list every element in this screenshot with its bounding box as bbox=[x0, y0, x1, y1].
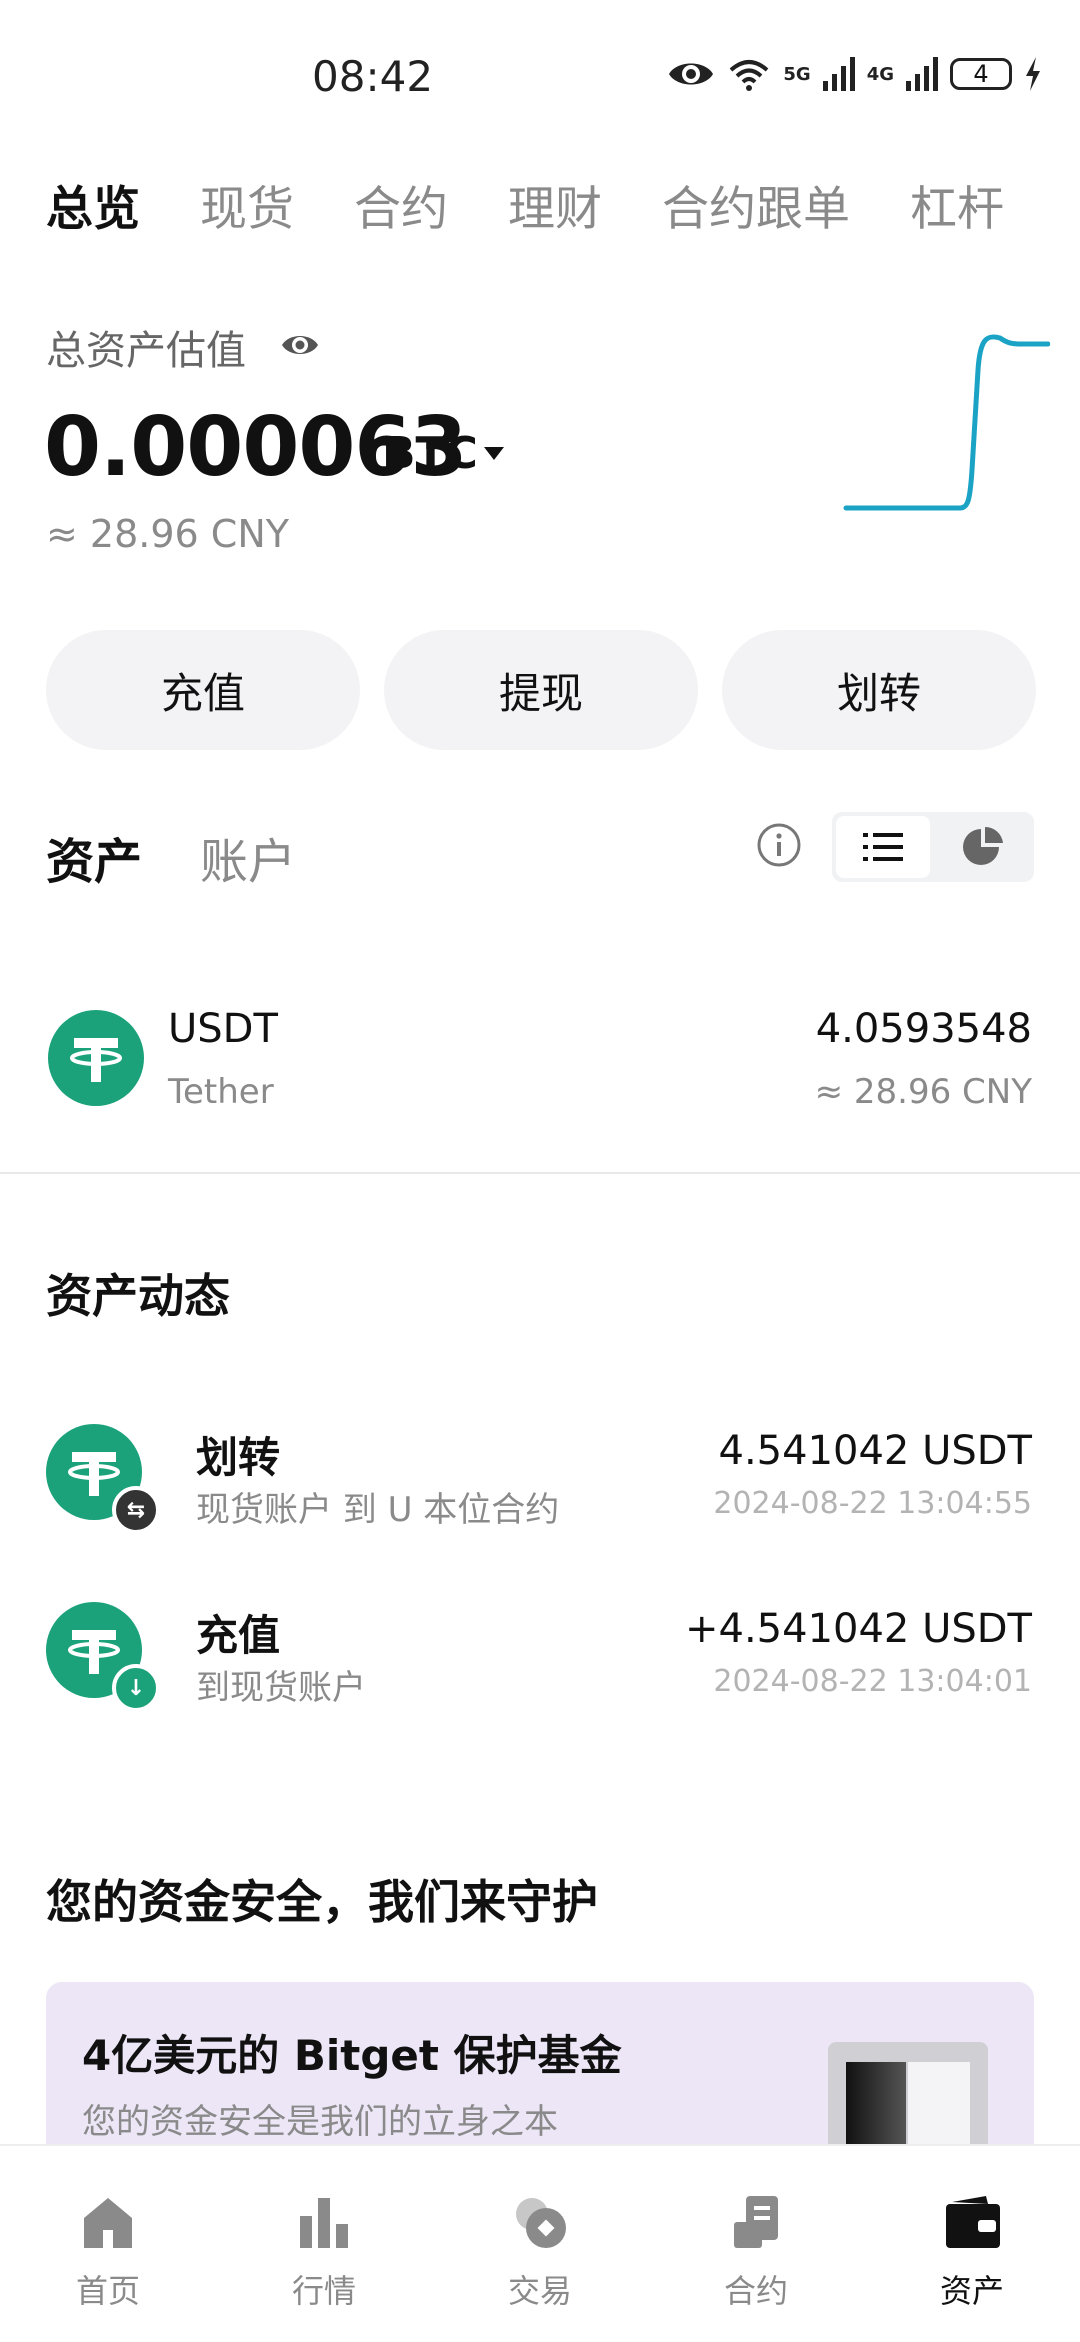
deposit-button[interactable]: 充值 bbox=[46, 630, 360, 750]
bar-chart-icon bbox=[300, 2198, 348, 2248]
transfer-button[interactable]: 划转 bbox=[722, 630, 1036, 750]
activity-item-amount: 4.541042 USDT bbox=[718, 1428, 1032, 1474]
banner-subtitle: 您的资金安全是我们的立身之本 bbox=[82, 2102, 558, 2142]
signal-icon-1 bbox=[822, 57, 855, 91]
transfer-badge-icon: ⇆ bbox=[112, 1486, 160, 1534]
eye-toggle-icon[interactable] bbox=[280, 328, 320, 362]
top-tabs: 总览 现货 合约 理财 合约跟单 杠杆 bbox=[46, 170, 1004, 239]
nav-label: 交易 bbox=[507, 2272, 572, 2310]
network-4g-label: 4G bbox=[866, 63, 894, 85]
view-toggle bbox=[832, 812, 1034, 882]
section-divider bbox=[0, 1172, 1080, 1174]
nav-label: 资产 bbox=[939, 2272, 1004, 2310]
tab-earn[interactable]: 理财 bbox=[508, 170, 602, 239]
asset-name: Tether bbox=[168, 1072, 274, 1112]
nav-label: 行情 bbox=[291, 2272, 356, 2310]
activity-item-time: 2024-08-22 13:04:01 bbox=[713, 1664, 1032, 1699]
wifi-icon bbox=[730, 60, 769, 91]
tether-logo-icon bbox=[48, 1010, 144, 1106]
asset-symbol[interactable]: USDT bbox=[168, 1006, 278, 1052]
contract-icon bbox=[734, 2196, 778, 2248]
wallet-icon bbox=[946, 2196, 1000, 2248]
pie-chart-icon[interactable] bbox=[936, 816, 1030, 878]
trade-icon bbox=[516, 2198, 566, 2248]
tab-margin[interactable]: 杠杆 bbox=[910, 170, 1004, 239]
deposit-badge-icon: ↓ bbox=[112, 1664, 160, 1712]
asset-cny-value: ≈ 28.96 CNY bbox=[814, 1072, 1032, 1112]
nav-home[interactable]: 首页 bbox=[0, 2146, 216, 2342]
nav-label: 首页 bbox=[75, 2272, 140, 2310]
nav-label: 合约 bbox=[723, 2272, 788, 2310]
info-icon[interactable] bbox=[756, 822, 802, 868]
tab-futures[interactable]: 合约 bbox=[354, 170, 448, 239]
caret-down-icon[interactable] bbox=[484, 447, 504, 460]
activity-item-subtitle: 现货账户 到 U 本位合约 bbox=[196, 1490, 560, 1530]
withdraw-button[interactable]: 提现 bbox=[384, 630, 698, 750]
battery-icon: 4 bbox=[950, 58, 1012, 90]
tab-overview[interactable]: 总览 bbox=[46, 170, 140, 239]
tab-spot[interactable]: 现货 bbox=[200, 170, 294, 239]
eye-icon bbox=[669, 63, 714, 85]
security-title: 您的资金安全，我们来守护 bbox=[46, 1875, 598, 1929]
balance-cny: ≈ 28.96 CNY bbox=[46, 512, 289, 556]
network-5g-label: 5G bbox=[783, 63, 811, 85]
home-icon bbox=[84, 2198, 132, 2248]
asset-amount: 4.0593548 bbox=[815, 1006, 1032, 1052]
tab-accounts[interactable]: 账户 bbox=[200, 822, 296, 892]
total-asset-label: 总资产估值 bbox=[46, 328, 246, 374]
status-icons: 5G 4G 4 bbox=[667, 56, 1042, 92]
bottom-nav: 首页 行情 交易 合约 资产 bbox=[0, 2144, 1080, 2342]
nav-trade[interactable]: 交易 bbox=[432, 2146, 648, 2342]
activity-item-title[interactable]: 充值 bbox=[196, 1602, 280, 1663]
status-time: 08:42 bbox=[312, 52, 434, 101]
activity-item-time: 2024-08-22 13:04:55 bbox=[713, 1486, 1032, 1521]
activity-title: 资产动态 bbox=[46, 1269, 230, 1323]
activity-item-title[interactable]: 划转 bbox=[196, 1424, 280, 1485]
list-view-icon[interactable] bbox=[836, 816, 930, 878]
nav-markets[interactable]: 行情 bbox=[216, 2146, 432, 2342]
charging-icon bbox=[1026, 57, 1040, 91]
nav-assets[interactable]: 资产 bbox=[864, 2146, 1080, 2342]
activity-item-subtitle: 到现货账户 bbox=[196, 1668, 366, 1708]
tab-assets[interactable]: 资产 bbox=[46, 822, 142, 892]
tab-copy-trading[interactable]: 合约跟单 bbox=[662, 170, 850, 239]
signal-icon-2 bbox=[906, 57, 938, 91]
activity-item-amount: +4.541042 USDT bbox=[685, 1606, 1032, 1652]
banner-title: 4亿美元的 Bitget 保护基金 bbox=[82, 2031, 622, 2080]
balance-unit-selector[interactable]: BTC bbox=[382, 428, 478, 479]
balance-sparkline bbox=[843, 334, 1050, 511]
nav-futures[interactable]: 合约 bbox=[648, 2146, 864, 2342]
